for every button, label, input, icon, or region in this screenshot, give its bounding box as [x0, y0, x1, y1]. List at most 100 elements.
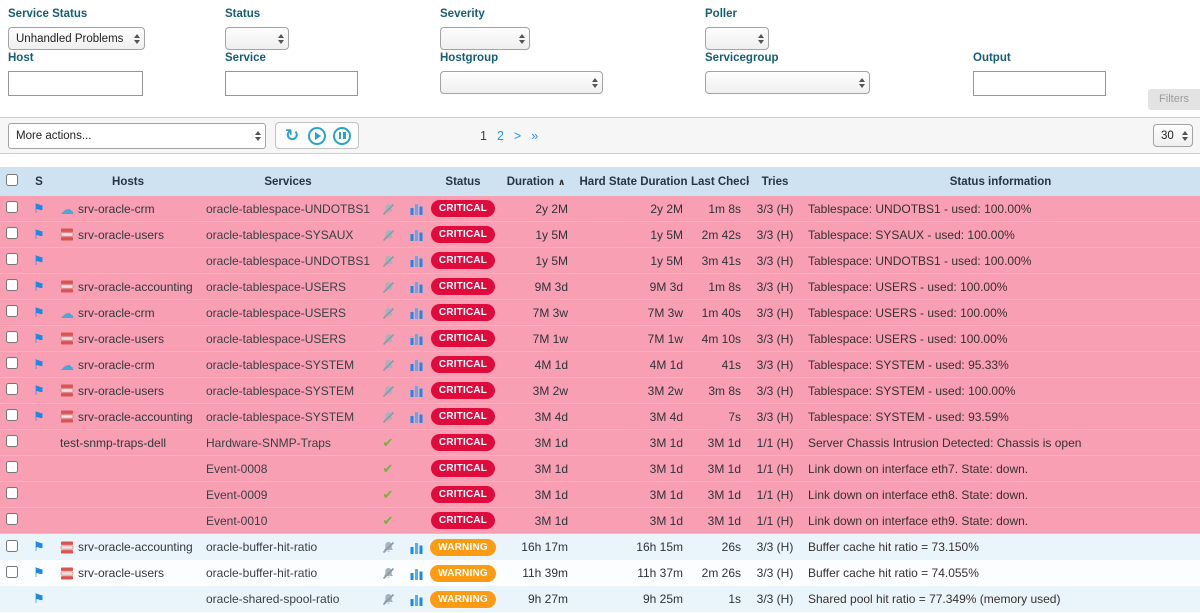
- row-checkbox[interactable]: [6, 357, 18, 369]
- service-name[interactable]: Event-0010: [206, 514, 267, 528]
- service-name[interactable]: Event-0009: [206, 488, 267, 502]
- header-last-check[interactable]: Last Check: [691, 176, 749, 188]
- output-input[interactable]: [973, 71, 1106, 96]
- header-duration[interactable]: Duration∧: [496, 176, 576, 188]
- graph-icon[interactable]: [410, 307, 423, 319]
- row-checkbox[interactable]: [6, 201, 18, 213]
- host-name[interactable]: srv-oracle-users: [78, 228, 164, 242]
- service-name[interactable]: oracle-buffer-hit-ratio: [206, 540, 317, 554]
- graph-icon[interactable]: [410, 229, 423, 241]
- notifications-muted-icon: [382, 567, 395, 580]
- graph-icon[interactable]: [410, 255, 423, 267]
- host-name[interactable]: srv-oracle-crm: [78, 306, 155, 320]
- host-name[interactable]: srv-oracle-accounting: [78, 280, 193, 294]
- service-name[interactable]: oracle-tablespace-UNDOTBS1: [206, 254, 370, 268]
- page-size-select[interactable]: 30: [1153, 124, 1193, 147]
- service-name[interactable]: oracle-tablespace-USERS: [206, 280, 346, 294]
- graph-icon[interactable]: [410, 594, 423, 606]
- host-name[interactable]: srv-oracle-crm: [78, 358, 155, 372]
- host-name[interactable]: srv-oracle-users: [78, 566, 164, 580]
- tries-value: 1/1 (H): [749, 462, 801, 476]
- severity-select[interactable]: [440, 27, 530, 50]
- service-status-select[interactable]: Unhandled Problems: [8, 27, 145, 50]
- graph-icon[interactable]: [410, 281, 423, 293]
- row-checkbox[interactable]: [6, 279, 18, 291]
- output-label: Output: [973, 52, 1106, 64]
- row-checkbox[interactable]: [6, 461, 18, 473]
- row-checkbox[interactable]: [6, 409, 18, 421]
- row-checkbox[interactable]: [6, 305, 18, 317]
- row-checkbox[interactable]: [6, 435, 18, 447]
- service-name[interactable]: oracle-buffer-hit-ratio: [206, 566, 317, 580]
- service-name[interactable]: oracle-tablespace-UNDOTBS1: [206, 202, 370, 216]
- table-row: ⚑ ☁ srv-oracle-users oracle-tablespace-S…: [0, 222, 1200, 248]
- status-badge: CRITICAL: [431, 486, 495, 503]
- status-badge: CRITICAL: [431, 460, 495, 477]
- pause-icon[interactable]: [333, 127, 351, 145]
- service-name[interactable]: oracle-tablespace-USERS: [206, 332, 346, 346]
- header-services[interactable]: Services: [202, 176, 374, 188]
- filter-servicegroup: Servicegroup: [705, 52, 870, 94]
- header-s[interactable]: S: [24, 176, 54, 188]
- header-status[interactable]: Status: [430, 176, 496, 188]
- service-name[interactable]: oracle-tablespace-SYSTEM: [206, 410, 354, 424]
- service-name[interactable]: oracle-shared-spool-ratio: [206, 592, 339, 606]
- row-checkbox[interactable]: [6, 540, 18, 552]
- row-checkbox[interactable]: [6, 331, 18, 343]
- header-hosts[interactable]: Hosts: [54, 176, 202, 188]
- graph-icon[interactable]: [410, 411, 423, 423]
- notifications-muted-icon: [382, 411, 395, 424]
- service-name[interactable]: oracle-tablespace-SYSAUX: [206, 228, 353, 242]
- row-checkbox[interactable]: [6, 487, 18, 499]
- page-link-2[interactable]: 2: [497, 129, 504, 143]
- select-all-checkbox[interactable]: [6, 174, 18, 186]
- row-checkbox[interactable]: [6, 383, 18, 395]
- notifications-muted-icon: [382, 307, 395, 320]
- filters-button[interactable]: Filters: [1148, 89, 1200, 110]
- select-stepper-icon: [1182, 131, 1188, 141]
- host-name[interactable]: srv-oracle-crm: [78, 202, 155, 216]
- graph-icon[interactable]: [410, 203, 423, 215]
- service-name[interactable]: oracle-tablespace-SYSTEM: [206, 384, 354, 398]
- row-checkbox[interactable]: [6, 566, 18, 578]
- row-checkbox[interactable]: [6, 513, 18, 525]
- host-name[interactable]: srv-oracle-users: [78, 332, 164, 346]
- graph-icon[interactable]: [410, 385, 423, 397]
- graph-icon[interactable]: [410, 542, 423, 554]
- service-input[interactable]: [225, 71, 358, 96]
- host-name[interactable]: test-snmp-traps-dell: [60, 436, 166, 450]
- status-information-value: Tablespace: UNDOTBS1 - used: 100.00%: [801, 202, 1200, 216]
- graph-icon[interactable]: [410, 568, 423, 580]
- hard-state-duration-value: 9h 25m: [576, 592, 691, 606]
- graph-icon[interactable]: [410, 333, 423, 345]
- duration-value: 9M 3d: [496, 280, 576, 294]
- status-select[interactable]: [225, 27, 289, 50]
- service-name[interactable]: Hardware-SNMP-Traps: [206, 436, 331, 450]
- service-name[interactable]: oracle-tablespace-USERS: [206, 306, 346, 320]
- more-actions-select[interactable]: More actions...: [8, 123, 266, 149]
- header-status-information[interactable]: Status information: [801, 176, 1200, 188]
- play-icon[interactable]: [308, 127, 326, 145]
- host-name[interactable]: srv-oracle-accounting: [78, 410, 193, 424]
- header-tries[interactable]: Tries: [749, 176, 801, 188]
- servicegroup-select[interactable]: [705, 71, 870, 94]
- table-row: ⚑ ☁ oracle-shared-spool-ratio ✔ WARNING …: [0, 586, 1200, 612]
- row-checkbox[interactable]: [6, 253, 18, 265]
- tries-value: 3/3 (H): [749, 358, 801, 372]
- hostgroup-select[interactable]: [440, 71, 603, 94]
- page-next-icon[interactable]: >: [514, 129, 521, 143]
- host-input[interactable]: [8, 71, 143, 96]
- poller-select[interactable]: [705, 27, 769, 50]
- graph-icon[interactable]: [410, 359, 423, 371]
- service-name[interactable]: oracle-tablespace-SYSTEM: [206, 358, 354, 372]
- page-last-icon[interactable]: »: [531, 129, 538, 143]
- tries-value: 3/3 (H): [749, 280, 801, 294]
- row-checkbox[interactable]: [6, 227, 18, 239]
- host-name[interactable]: srv-oracle-accounting: [78, 540, 193, 554]
- service-name[interactable]: Event-0008: [206, 462, 267, 476]
- tries-value: 3/3 (H): [749, 202, 801, 216]
- refresh-icon[interactable]: ↻: [283, 127, 301, 145]
- host-name[interactable]: srv-oracle-users: [78, 384, 164, 398]
- header-hard-state-duration[interactable]: Hard State Duration: [576, 176, 691, 188]
- status-badge: CRITICAL: [431, 226, 495, 243]
